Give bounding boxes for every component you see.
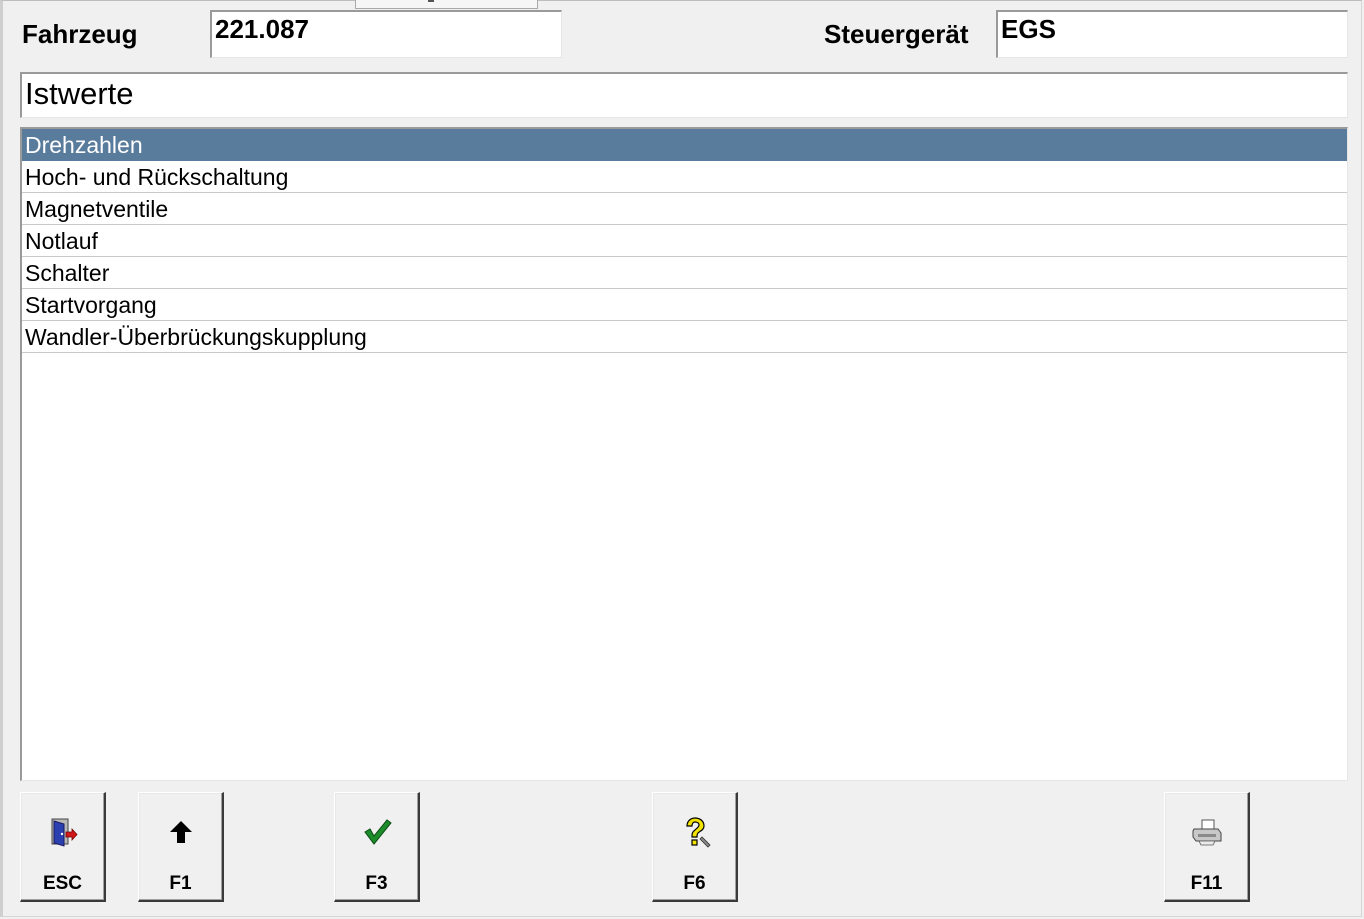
ecu-label: Steuergerät [824, 19, 969, 49]
measurement-list[interactable]: Drehzahlen Hoch- und Rückschaltung Magne… [20, 127, 1348, 781]
f1-key-label: F1 [169, 873, 192, 894]
list-item[interactable]: Notlauf [22, 225, 1347, 257]
f3-button[interactable]: F3 [334, 792, 420, 902]
list-item[interactable]: Drehzahlen [22, 129, 1347, 161]
list-item[interactable]: Hoch- und Rückschaltung [22, 161, 1347, 193]
list-item[interactable]: Startvorgang [22, 289, 1347, 321]
esc-button[interactable]: ESC [20, 792, 106, 902]
list-item[interactable]: Wandler-Überbrückungskupplung [22, 321, 1347, 353]
list-item[interactable]: Magnetventile [22, 193, 1347, 225]
f1-button[interactable]: F1 [138, 792, 224, 902]
printer-icon [1165, 815, 1248, 849]
ecu-field: EGS [996, 10, 1348, 58]
f11-button[interactable]: F11 [1164, 792, 1250, 902]
vehicle-label: Fahrzeug [22, 19, 138, 49]
f11-key-label: F11 [1190, 873, 1223, 894]
section-title: Istwerte [20, 72, 1348, 118]
arrow-up-icon [139, 815, 222, 849]
tab-indicator [428, 0, 434, 2]
checkmark-icon [335, 815, 418, 849]
f6-key-label: F6 [683, 873, 706, 894]
f3-key-label: F3 [365, 873, 388, 894]
vehicle-field: 221.087 [210, 10, 562, 58]
exit-door-icon [21, 815, 104, 849]
f6-button[interactable]: F6 [652, 792, 738, 902]
top-tab[interactable] [355, 0, 538, 9]
list-item[interactable]: Schalter [22, 257, 1347, 289]
help-question-icon [653, 815, 736, 849]
esc-key-label: ESC [42, 873, 83, 894]
